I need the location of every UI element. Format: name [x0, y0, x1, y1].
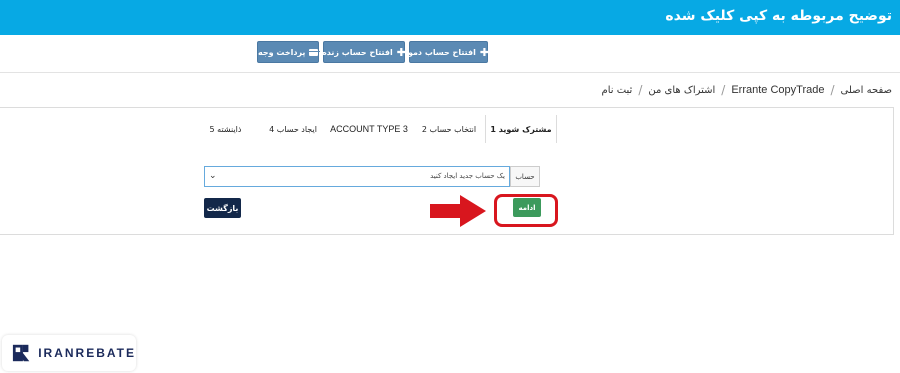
breadcrumb-register: ثبت نام: [601, 84, 633, 96]
open-live-account-label: افتتاح حساب زنده: [322, 47, 393, 57]
breadcrumb: صفحه اصلی / Errante CopyTrade / اشتراک ه…: [602, 83, 892, 97]
open-demo-account-label: افتتاح حساب دمو: [407, 47, 476, 57]
step-five[interactable]: ذاینشته 5: [190, 115, 261, 143]
step-account-type[interactable]: 3 ACCOUNT TYPE: [325, 115, 413, 143]
breadcrumb-copytrade[interactable]: Errante CopyTrade: [731, 84, 824, 96]
step-subscribe[interactable]: مشترک شوید 1: [485, 115, 557, 143]
continue-button[interactable]: ادامه: [513, 198, 541, 217]
page: توضیح مربوطه به کپی کلیک شده ✚ افتتاح حس…: [0, 0, 900, 373]
open-live-account-button[interactable]: ✚ افتتاح حساب زنده: [322, 41, 406, 63]
plus-icon: ✚: [479, 45, 490, 59]
watermark-logo: IRANREBATE: [2, 335, 136, 371]
back-button[interactable]: بازگشت: [204, 198, 241, 218]
account-select[interactable]: یک حساب جدید ایجاد کنید ⌄: [204, 166, 510, 187]
breadcrumb-separator: /: [721, 83, 726, 97]
logo-text: IRANREBATE: [38, 346, 136, 360]
breadcrumb-subscriptions[interactable]: اشتراک های من: [648, 85, 715, 96]
account-field-label: حساب: [510, 166, 540, 187]
banner-title: توضیح مربوطه به کپی کلیک شده: [665, 8, 892, 24]
credit-card-icon: [309, 48, 320, 56]
red-arrow-icon: [430, 195, 486, 227]
breadcrumb-separator: /: [638, 83, 643, 97]
logo-icon: [12, 344, 30, 362]
step-select-account[interactable]: انتخاب حساب 2: [413, 115, 485, 143]
divider: [0, 72, 900, 73]
plus-icon: ✚: [396, 45, 406, 59]
account-select-value: یک حساب جدید ایجاد کنید: [430, 172, 505, 180]
deposit-label: پرداخت وجه: [258, 47, 306, 57]
chevron-down-icon: ⌄: [209, 171, 217, 181]
open-demo-account-button[interactable]: ✚ افتتاح حساب دمو: [407, 41, 490, 63]
top-banner: توضیح مربوطه به کپی کلیک شده: [0, 0, 900, 35]
breadcrumb-separator: /: [830, 83, 835, 97]
deposit-button[interactable]: پرداخت وجه: [257, 41, 320, 63]
step-create-account[interactable]: ایجاد حساب 4: [261, 115, 325, 143]
wizard-steps: مشترک شوید 1 انتخاب حساب 2 3 ACCOUNT TYP…: [190, 115, 557, 143]
breadcrumb-home[interactable]: صفحه اصلی: [841, 85, 892, 96]
